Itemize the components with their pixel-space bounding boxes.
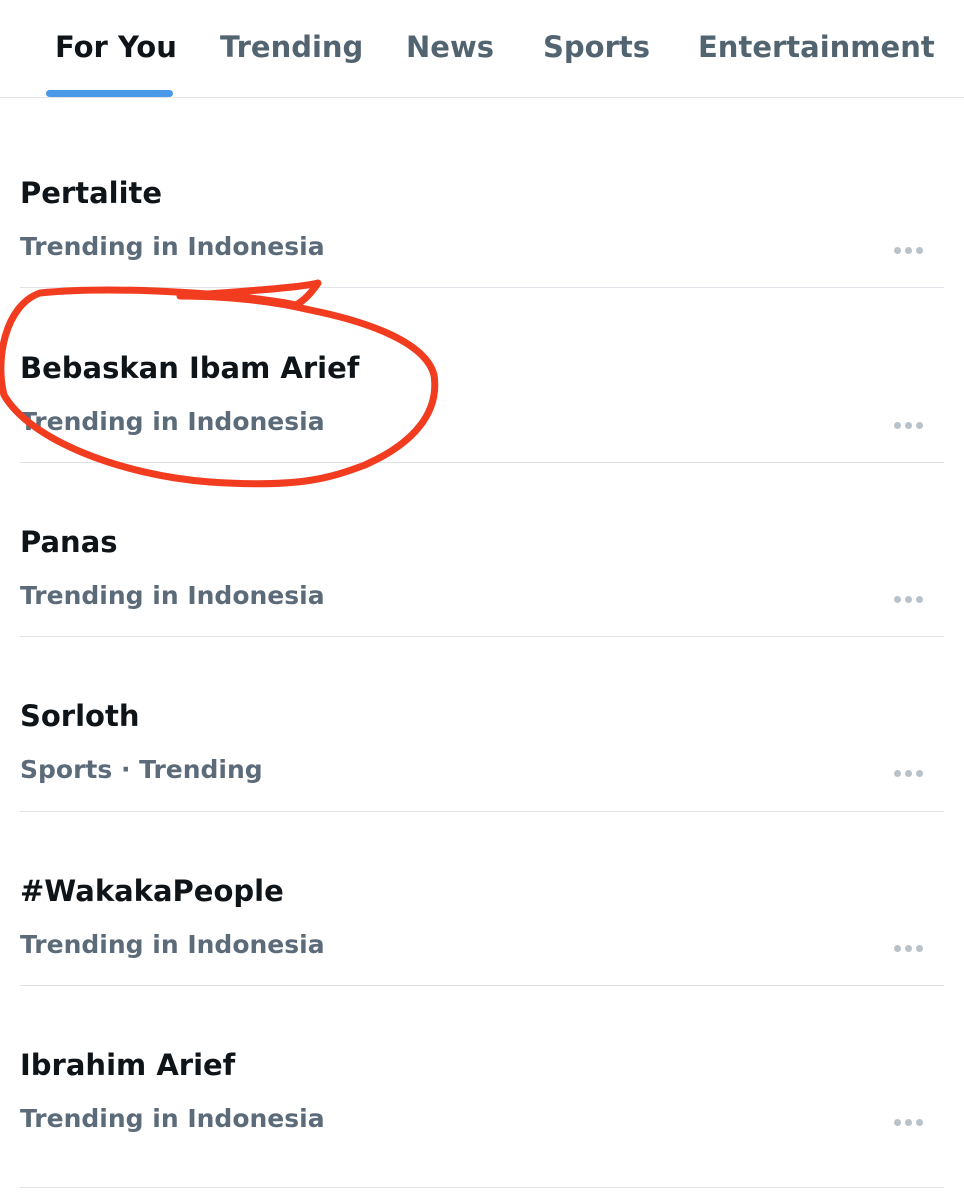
explore-page: For You Trending News Sports Entertainme… <box>0 0 964 1200</box>
trend-topic: #WakakaPeople <box>20 874 284 908</box>
trend-topic: Ibrahim Arief <box>20 1048 236 1082</box>
tab-entertainment[interactable]: Entertainment <box>698 0 935 98</box>
tab-for-you-label: For You <box>55 30 177 64</box>
divider <box>20 636 944 637</box>
trend-context: Trending in Indonesia <box>20 1104 325 1133</box>
explore-tab-bar: For You Trending News Sports Entertainme… <box>0 0 964 98</box>
tab-news-label: News <box>406 30 494 64</box>
tab-for-you[interactable]: For You <box>46 0 177 98</box>
trend-item[interactable]: Sorloth Sports · Trending <box>0 642 964 816</box>
trend-item[interactable]: Pertalite Trending in Indonesia <box>0 119 964 293</box>
trend-topic: Bebaskan Ibam Arief <box>20 351 360 385</box>
trend-topic: Pertalite <box>20 176 163 210</box>
trend-context: Sports · Trending <box>20 755 263 784</box>
trend-item[interactable]: #WakakaPeople Trending in Indonesia <box>0 817 964 991</box>
more-horizontal-icon[interactable] <box>890 593 930 605</box>
divider <box>20 985 944 986</box>
trend-topic: Panas <box>20 525 118 559</box>
trend-item[interactable]: Ibrahim Arief Trending in Indonesia <box>0 991 964 1165</box>
trend-topic: Sorloth <box>20 699 140 733</box>
more-horizontal-icon[interactable] <box>890 1116 930 1128</box>
tab-news[interactable]: News <box>406 0 494 98</box>
divider <box>20 811 944 812</box>
trend-context: Trending in Indonesia <box>20 930 325 959</box>
tab-sports[interactable]: Sports <box>543 0 650 98</box>
tab-entertainment-label: Entertainment <box>698 30 935 64</box>
trend-context: Trending in Indonesia <box>20 232 325 261</box>
more-horizontal-icon[interactable] <box>890 767 930 779</box>
more-horizontal-icon[interactable] <box>890 419 930 431</box>
divider <box>20 462 944 463</box>
trend-context: Trending in Indonesia <box>20 407 325 436</box>
tab-trending-label: Trending <box>220 30 364 64</box>
tab-trending[interactable]: Trending <box>220 0 363 98</box>
more-horizontal-icon[interactable] <box>890 942 930 954</box>
trend-item[interactable]: Bebaskan Ibam Arief Trending in Indonesi… <box>0 294 964 468</box>
divider <box>20 1187 944 1188</box>
tab-sports-label: Sports <box>543 30 650 64</box>
divider <box>20 287 944 288</box>
more-horizontal-icon[interactable] <box>890 244 930 256</box>
trend-item[interactable]: Panas Trending in Indonesia <box>0 468 964 642</box>
active-tab-indicator <box>46 90 173 97</box>
trend-context: Trending in Indonesia <box>20 581 325 610</box>
